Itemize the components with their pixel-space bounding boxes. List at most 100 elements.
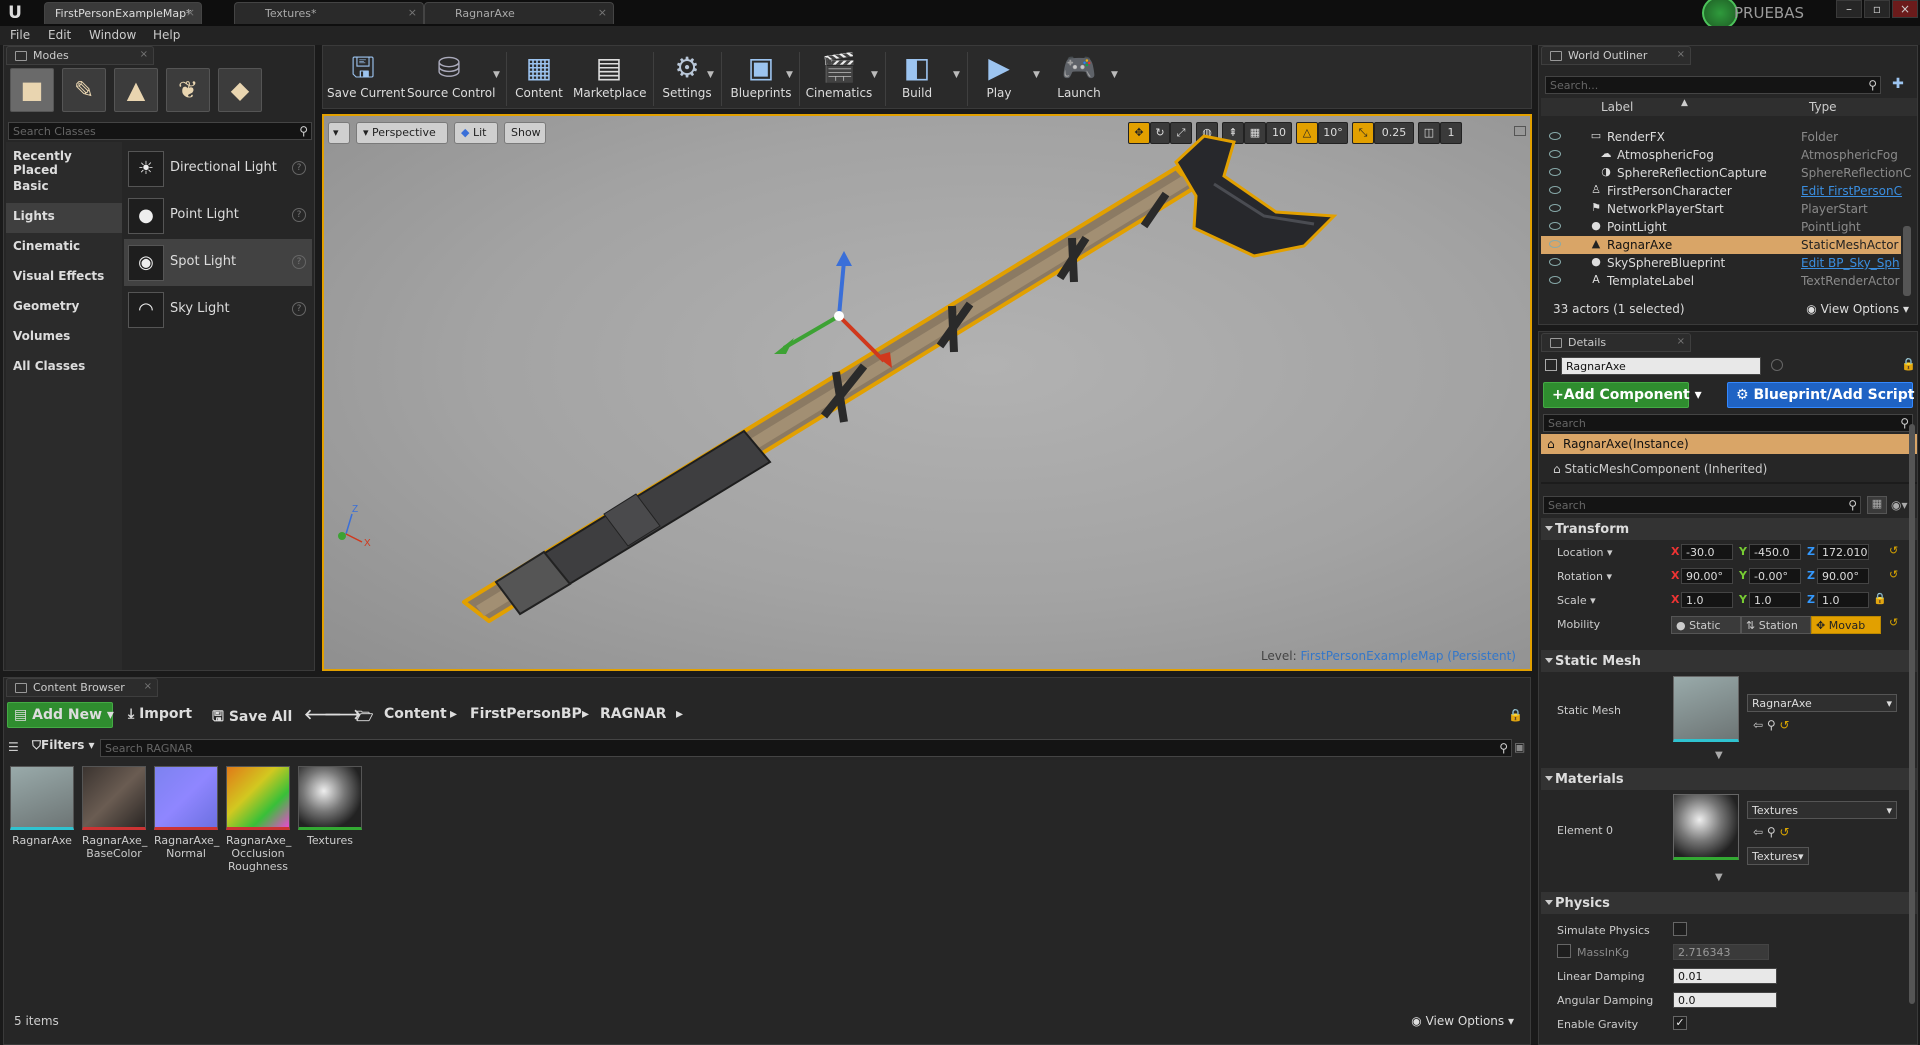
content-button[interactable]: ▦ Content — [511, 50, 567, 106]
visibility-eye-icon[interactable] — [1549, 276, 1561, 284]
visibility-filter-icon[interactable]: ◉▾ — [1891, 498, 1908, 512]
rotation-z-field[interactable]: 90.00° — [1817, 568, 1869, 584]
material-combo[interactable]: Textures ▾ — [1747, 801, 1897, 819]
marketplace-button[interactable]: ▤ Marketplace — [573, 50, 647, 106]
enable-gravity-checkbox[interactable]: ✓ — [1673, 1016, 1687, 1030]
category-geometry[interactable]: Geometry — [6, 293, 122, 323]
property-matrix-icon[interactable]: ▦ — [1867, 496, 1887, 514]
menu-file[interactable]: File — [10, 26, 30, 45]
add-component-button[interactable]: +Add Component ▾ — [1543, 382, 1702, 408]
outliner-row-selected[interactable]: ▲ RagnarAxe StaticMeshActor — [1541, 236, 1901, 254]
transform-section-header[interactable]: Transform — [1541, 518, 1917, 540]
close-icon[interactable]: × — [408, 6, 417, 19]
breadcrumb-content[interactable]: Content — [384, 706, 447, 722]
level-viewport[interactable]: ▾ ▾ Perspective ◆ Lit Show ✥ ↻ ⤢ ◍ ⇞ ▦ 1… — [322, 114, 1532, 671]
browse-search-icon[interactable]: ⚲ — [1767, 825, 1776, 839]
outliner-search-input[interactable]: Search... ⚲ — [1545, 76, 1881, 94]
reset-to-default-icon[interactable]: ↺ — [1780, 718, 1790, 732]
asset-tile[interactable]: RagnarAxe_ Occlusion Roughness — [226, 766, 291, 873]
cinematics-button[interactable]: 🎬 Cinematics — [803, 50, 875, 106]
reset-to-default-icon[interactable]: ↺ — [1889, 616, 1898, 629]
place-mode-button[interactable]: ■ — [10, 68, 54, 112]
outliner-row[interactable]: A TemplateLabel TextRenderActor — [1541, 272, 1901, 290]
location-y-field[interactable]: -450.0 — [1749, 544, 1801, 560]
angular-damping-field[interactable]: 0.0 — [1673, 992, 1777, 1008]
outliner-scrollbar[interactable] — [1903, 226, 1911, 296]
component-instance-row[interactable]: ⌂ RagnarAxe(Instance) — [1541, 434, 1917, 454]
close-icon[interactable]: × — [598, 6, 607, 19]
lock-icon[interactable]: 🔒 — [1508, 708, 1523, 722]
content-browser-tab[interactable]: Content Browser × — [6, 678, 158, 697]
level-name-link[interactable]: FirstPersonExampleMap (Persistent) — [1300, 649, 1516, 663]
outliner-row[interactable]: ▭ RenderFX Folder — [1541, 128, 1901, 146]
materials-section-header[interactable]: Materials — [1541, 768, 1917, 790]
maximize-button[interactable]: ▫ — [1864, 0, 1890, 18]
view-options-button[interactable]: ◉ View Options ▾ — [1806, 302, 1909, 316]
material-actions[interactable]: ⇦ ⚲ ↺ — [1753, 825, 1790, 839]
chevron-down-icon[interactable]: ▼ — [953, 70, 960, 80]
breadcrumb-separator-icon[interactable]: ▸ — [582, 706, 589, 722]
close-icon[interactable]: × — [186, 6, 195, 19]
type-column-header[interactable]: Type — [1809, 100, 1837, 114]
label-column-header[interactable]: Label — [1601, 100, 1633, 114]
material-sub-combo[interactable]: Textures▾ — [1747, 847, 1809, 865]
static-mesh-thumbnail[interactable] — [1673, 676, 1739, 742]
reset-to-default-icon[interactable]: ↺ — [1889, 568, 1898, 581]
modes-tab[interactable]: Modes × — [6, 46, 154, 65]
chevron-down-icon[interactable]: ▼ — [786, 70, 793, 80]
geometry-mode-button[interactable]: ◆ — [218, 68, 262, 112]
details-search-input[interactable]: Search ⚲ — [1543, 496, 1861, 514]
details-scrollbar[interactable] — [1909, 424, 1915, 1004]
menu-help[interactable]: Help — [153, 26, 180, 45]
visibility-eye-icon[interactable] — [1549, 150, 1561, 158]
chevron-down-icon[interactable]: ▼ — [871, 70, 878, 80]
location-x-field[interactable]: -30.0 — [1681, 544, 1733, 560]
unreal-logo-icon[interactable]: U — [4, 2, 26, 24]
visibility-eye-icon[interactable] — [1549, 186, 1561, 194]
category-basic[interactable]: Basic — [6, 173, 122, 203]
help-icon[interactable]: ? — [292, 208, 306, 222]
asset-tile[interactable]: RagnarAxe — [10, 766, 74, 847]
scale-z-field[interactable]: 1.0 — [1817, 592, 1869, 608]
rotation-y-field[interactable]: -0.00° — [1749, 568, 1801, 584]
edit-blueprint-link[interactable]: Edit BP_Sky_Sph — [1801, 256, 1900, 270]
mass-override-checkbox[interactable] — [1557, 944, 1571, 958]
expand-chevron-icon[interactable]: ▼ — [1715, 872, 1723, 883]
save-current-button[interactable]: 🖫 Save Current — [327, 50, 405, 106]
help-icon[interactable]: ? — [292, 161, 306, 175]
asset-tile[interactable]: Textures — [298, 766, 362, 847]
use-selected-arrow-icon[interactable]: ⇦ — [1753, 718, 1763, 732]
visibility-eye-icon[interactable] — [1549, 240, 1561, 248]
use-selected-arrow-icon[interactable]: ⇦ — [1753, 825, 1763, 839]
play-button[interactable]: ▶ Play — [971, 50, 1027, 106]
divider[interactable] — [1541, 482, 1917, 484]
paint-mode-button[interactable]: ✎ — [62, 68, 106, 112]
mobility-static-button[interactable]: ● Static — [1671, 616, 1741, 634]
menu-edit[interactable]: Edit — [48, 26, 71, 45]
static-mesh-section-header[interactable]: Static Mesh — [1541, 650, 1917, 672]
chevron-down-icon[interactable]: ▼ — [1111, 70, 1118, 80]
location-label[interactable]: Location ▾ — [1557, 546, 1613, 559]
rotation-x-field[interactable]: 90.00° — [1681, 568, 1733, 584]
landscape-mode-button[interactable]: ▲ — [114, 68, 158, 112]
category-all-classes[interactable]: All Classes — [6, 353, 122, 383]
category-cinematic[interactable]: Cinematic — [6, 233, 122, 263]
category-lights[interactable]: Lights — [6, 203, 122, 233]
menu-window[interactable]: Window — [89, 26, 136, 45]
scale-y-field[interactable]: 1.0 — [1749, 592, 1801, 608]
category-visual-effects[interactable]: Visual Effects — [6, 263, 122, 293]
chevron-down-icon[interactable]: ▼ — [493, 70, 500, 80]
add-actor-icon[interactable]: ✚ — [1889, 76, 1907, 94]
help-icon[interactable] — [1771, 359, 1783, 371]
close-icon[interactable]: × — [144, 681, 152, 692]
outliner-row[interactable]: ● PointLight PointLight — [1541, 218, 1901, 236]
simulate-physics-checkbox[interactable] — [1673, 922, 1687, 936]
details-tab[interactable]: Details × — [1541, 333, 1691, 352]
rotation-label[interactable]: Rotation ▾ — [1557, 570, 1612, 583]
filters-button[interactable]: ⛉Filters ▾ — [32, 738, 95, 753]
launch-button[interactable]: 🎮 Launch — [1049, 50, 1109, 106]
help-icon[interactable]: ? — [292, 255, 306, 269]
place-item-spot-light[interactable]: ◉ Spot Light? — [124, 239, 312, 286]
place-item-sky-light[interactable]: ◠ Sky Light? — [124, 286, 312, 333]
visibility-eye-icon[interactable] — [1549, 204, 1561, 212]
